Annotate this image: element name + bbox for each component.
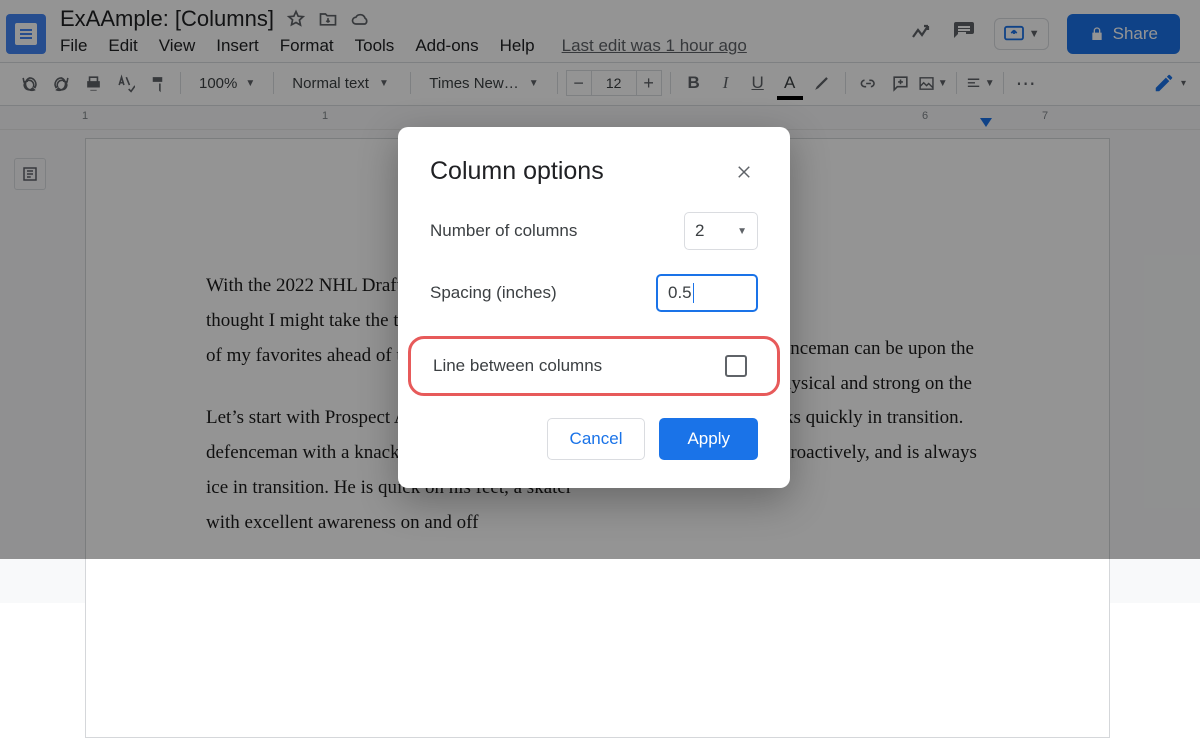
number-of-columns-row: Number of columns 2 ▼ — [430, 212, 758, 250]
chevron-down-icon: ▼ — [737, 226, 747, 237]
num-columns-value: 2 — [695, 221, 704, 241]
num-columns-select[interactable]: 2 ▼ — [684, 212, 758, 250]
close-icon — [735, 163, 753, 181]
num-columns-label: Number of columns — [430, 221, 577, 241]
dialog-title: Column options — [430, 157, 604, 186]
spacing-row: Spacing (inches) 0.5 — [430, 274, 758, 312]
spacing-input[interactable]: 0.5 — [656, 274, 758, 312]
apply-button[interactable]: Apply — [659, 418, 758, 460]
cancel-button[interactable]: Cancel — [547, 418, 646, 460]
line-between-label: Line between columns — [433, 356, 602, 376]
dialog-close-button[interactable] — [730, 158, 758, 186]
spacing-value: 0.5 — [668, 283, 692, 303]
column-options-dialog: Column options Number of columns 2 ▼ Spa… — [398, 127, 790, 488]
line-between-columns-row: Line between columns — [408, 336, 780, 396]
line-between-checkbox[interactable] — [725, 355, 747, 377]
spacing-label: Spacing (inches) — [430, 283, 557, 303]
